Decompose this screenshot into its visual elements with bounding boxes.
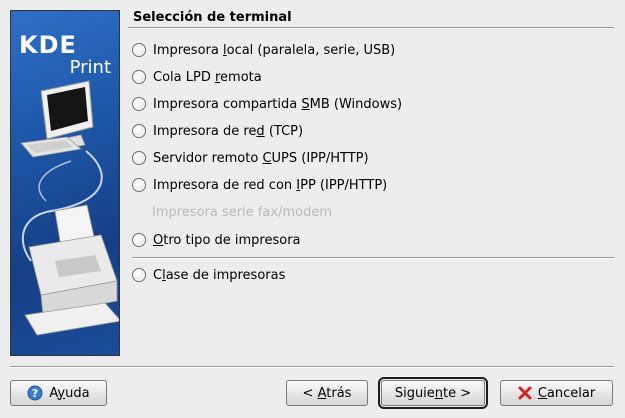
options-separator: [132, 257, 614, 259]
kdeprint-banner: KDE Print: [10, 10, 120, 356]
option-network-tcp[interactable]: Impresora de red (TCP): [132, 122, 303, 140]
option-printer-class[interactable]: Clase de impresoras: [132, 266, 285, 284]
option-other-printer[interactable]: Otro tipo de impresora: [132, 231, 301, 249]
cancel-button-label: Cancelar: [537, 385, 596, 401]
back-button-label: < Atrás: [302, 385, 352, 401]
radio-button[interactable]: [132, 70, 146, 84]
option-label: Impresora compartida SMB (Windows): [153, 96, 403, 112]
option-remote-lpd[interactable]: Cola LPD remota: [132, 68, 262, 86]
help-icon: ?: [27, 385, 43, 401]
section-title: Selección de terminal: [133, 10, 292, 25]
radio-button[interactable]: [132, 233, 146, 247]
option-remote-cups[interactable]: Servidor remoto CUPS (IPP/HTTP): [132, 149, 369, 167]
help-button-label: Ayuda: [49, 385, 90, 401]
option-label: Clase de impresoras: [153, 267, 286, 283]
option-label: Impresora local (paralela, serie, USB): [153, 42, 396, 58]
kde-logo-text: KDE: [19, 31, 77, 59]
print-logo-text: Print: [69, 57, 111, 78]
option-label: Impresora serie fax/modem: [152, 204, 332, 220]
option-label: Otro tipo de impresora: [153, 232, 301, 248]
radio-button[interactable]: [132, 43, 146, 57]
cancel-x-icon: [518, 386, 532, 400]
option-network-ipp[interactable]: Impresora de red con IPP (IPP/HTTP): [132, 176, 387, 194]
add-printer-wizard: KDE Print Selección de terminal Impresor…: [0, 0, 625, 418]
option-smb-shared[interactable]: Impresora compartida SMB (Windows): [132, 95, 402, 113]
option-serial-fax-modem: Impresora serie fax/modem: [132, 203, 332, 221]
title-separator: [128, 27, 614, 29]
option-label: Impresora de red (TCP): [153, 123, 304, 139]
radio-button[interactable]: [132, 178, 146, 192]
cancel-button[interactable]: Cancelar: [500, 380, 613, 406]
footer-separator: [10, 366, 614, 368]
radio-button[interactable]: [132, 124, 146, 138]
next-button-label: Siguiente >: [394, 385, 472, 401]
radio-button[interactable]: [132, 151, 146, 165]
option-label: Servidor remoto CUPS (IPP/HTTP): [153, 150, 369, 166]
radio-button[interactable]: [132, 97, 146, 111]
svg-text:?: ?: [32, 387, 38, 400]
radio-button[interactable]: [132, 268, 146, 282]
help-button[interactable]: ? Ayuda: [10, 380, 107, 406]
option-label: Impresora de red con IPP (IPP/HTTP): [153, 177, 388, 193]
option-label: Cola LPD remota: [153, 69, 262, 85]
option-local-printer[interactable]: Impresora local (paralela, serie, USB): [132, 41, 395, 59]
next-button[interactable]: Siguiente >: [378, 377, 488, 409]
back-button[interactable]: < Atrás: [286, 380, 368, 406]
